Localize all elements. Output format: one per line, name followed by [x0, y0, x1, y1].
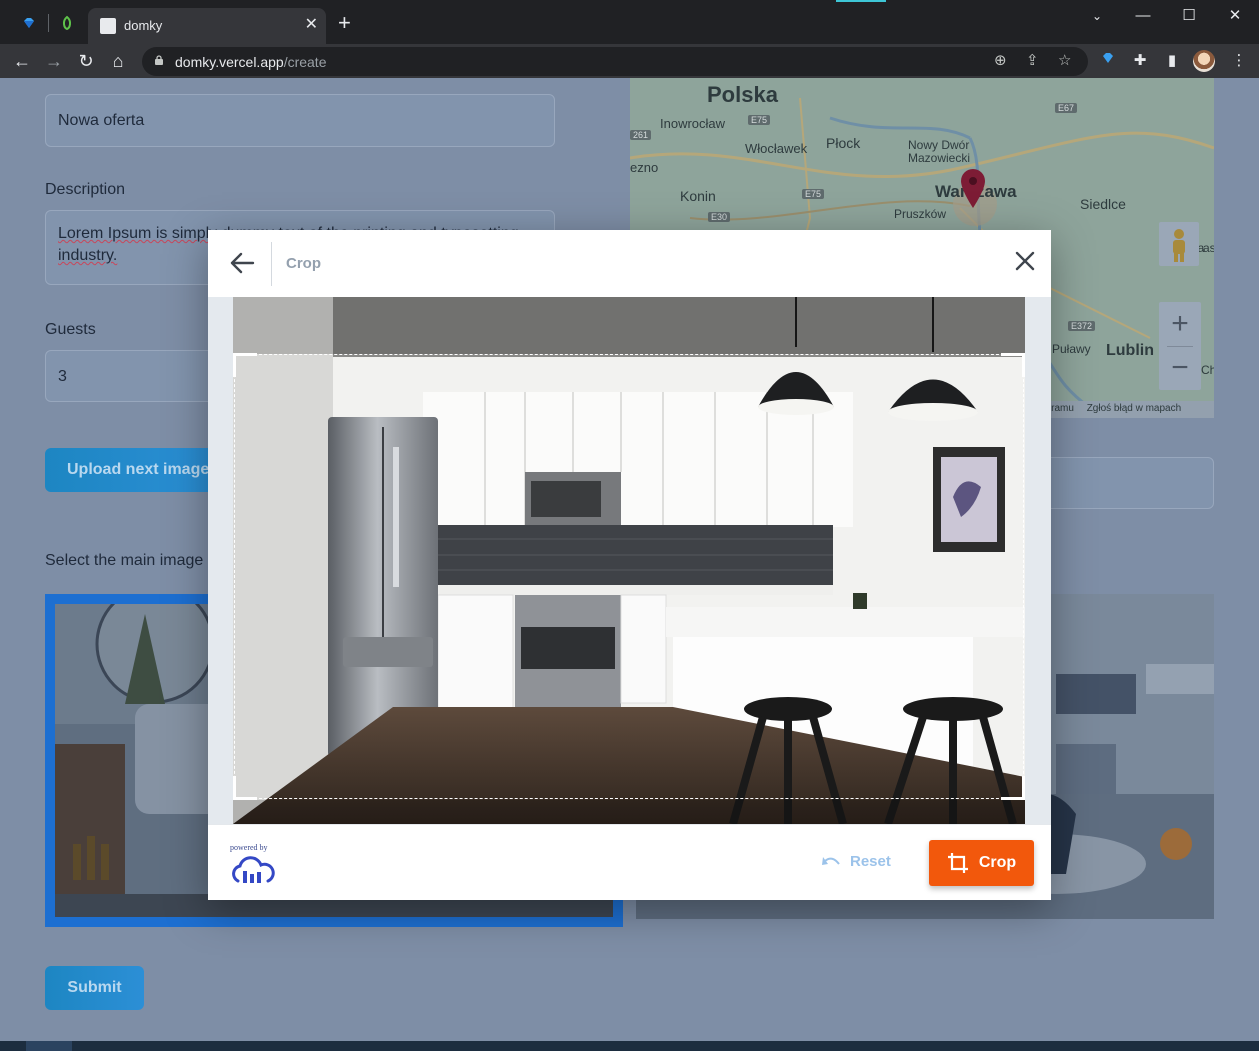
- map-label-nowy-dwor: Nowy Dwór Mazowiecki: [908, 138, 971, 165]
- title-input[interactable]: Nowa oferta: [45, 94, 555, 147]
- tab-search-chevron-icon[interactable]: ⌄: [1074, 6, 1120, 28]
- crop-handle-top-right[interactable]: [1001, 353, 1025, 377]
- guests-label: Guests: [45, 321, 96, 338]
- zoom-out-button[interactable]: −: [1159, 350, 1201, 386]
- tab-title: domky: [124, 18, 163, 33]
- crop-icon: [947, 853, 968, 873]
- reload-icon[interactable]: ↻: [74, 49, 98, 73]
- side-panel-icon[interactable]: ▮: [1161, 51, 1183, 71]
- modal-title: Crop: [286, 255, 321, 272]
- taskbar-app[interactable]: [26, 1041, 72, 1051]
- map-label-inowroclaw: Inowrocław: [660, 116, 726, 131]
- close-icon[interactable]: [1014, 250, 1036, 272]
- menu-kebab-icon[interactable]: ⋮: [1228, 51, 1250, 71]
- forward-arrow-icon[interactable]: →: [42, 49, 66, 73]
- map-pin-icon[interactable]: [958, 166, 988, 210]
- crop-handle-bottom-right[interactable]: [1001, 776, 1025, 800]
- map-road-label: E30: [708, 212, 731, 222]
- reset-button[interactable]: Reset: [822, 853, 891, 870]
- crop-handle-bottom-left[interactable]: [233, 776, 257, 800]
- header-divider: [271, 242, 272, 286]
- favicon-icon: [100, 18, 116, 34]
- window-minimize-button[interactable]: —: [1120, 6, 1166, 28]
- modal-header: Crop: [208, 230, 1051, 297]
- window-maximize-button[interactable]: ☐: [1166, 6, 1212, 28]
- map-road-label: E372: [1068, 321, 1096, 331]
- map-label-pulawy: Puławy: [1052, 342, 1091, 356]
- map-road-label: E75: [802, 189, 825, 199]
- crop-mask-bottom: [233, 800, 1025, 824]
- new-tab-button[interactable]: +: [338, 12, 351, 34]
- map-label-pruszkow: Pruszków: [894, 207, 947, 221]
- top-accent-bar: [836, 0, 886, 2]
- lock-icon: [155, 55, 163, 65]
- cloudinary-logo-icon: [232, 856, 275, 883]
- zoom-icon[interactable]: ⊕: [994, 52, 1007, 70]
- select-main-image-label: Select the main image: [45, 552, 204, 569]
- map-attribution: ogramu Zgłoś błąd w mapach: [1035, 401, 1214, 418]
- pinned-tab-leaf[interactable]: [52, 8, 82, 38]
- submit-button[interactable]: Submit: [45, 966, 144, 1010]
- crop-button[interactable]: Crop: [929, 840, 1034, 886]
- back-arrow-icon[interactable]: [228, 249, 256, 277]
- map-zoom-controls: + −: [1159, 302, 1201, 390]
- browser-tab-bar: domky ✕ + ⌄ — ☐ ✕: [0, 0, 1259, 44]
- map-label-gniezno-partial: ezno: [630, 160, 659, 175]
- map-road-label: E75: [748, 115, 771, 125]
- street-view-pegman[interactable]: [1159, 222, 1199, 266]
- diamond-icon: [24, 18, 34, 28]
- zoom-divider: [1167, 346, 1193, 347]
- map-label-konin: Konin: [680, 188, 716, 204]
- powered-by-text: powered by: [230, 843, 268, 852]
- address-bar[interactable]: domky.vercel.app/create ⊕ ⇪ ☆: [142, 47, 1088, 76]
- undo-icon: [822, 856, 840, 865]
- browser-toolbar: ← → ↻ ⌂ domky.vercel.app/create ⊕ ⇪ ☆ ✚ …: [0, 44, 1259, 78]
- modal-footer: powered by Reset Crop: [208, 824, 1051, 900]
- tab-separator: [48, 14, 49, 32]
- map-label-as-partial: as: [1203, 241, 1214, 255]
- crop-selection-box[interactable]: [233, 353, 1025, 800]
- url-path: /create: [283, 54, 327, 70]
- crop-handle-top-left[interactable]: [233, 353, 257, 377]
- crop-mask-top: [233, 297, 1025, 354]
- leaf-icon: [63, 15, 71, 31]
- profile-avatar[interactable]: [1193, 50, 1215, 72]
- map-label-wloclawek: Włocławek: [745, 141, 808, 156]
- taskbar-strip: [0, 1041, 1259, 1051]
- map-label-siedlce: Siedlce: [1080, 196, 1126, 212]
- bookmark-star-icon[interactable]: ☆: [1058, 52, 1071, 70]
- crop-stage: [208, 297, 1051, 824]
- map-label-lublin: Lublin: [1106, 342, 1154, 359]
- pinned-tab-diamond[interactable]: [14, 8, 44, 38]
- zoom-in-button[interactable]: +: [1159, 306, 1201, 342]
- crop-label: Crop: [978, 854, 1017, 871]
- map-label-ch-partial: Ch: [1201, 363, 1214, 377]
- extensions-puzzle-icon[interactable]: ✚: [1129, 51, 1151, 71]
- map-report-error-link[interactable]: Zgłoś błąd w mapach: [1087, 403, 1182, 414]
- url-text: domky.vercel.app/create: [175, 54, 327, 70]
- map-road-label: 261: [630, 130, 652, 140]
- extension-diamond-icon[interactable]: [1097, 51, 1119, 71]
- reset-label: Reset: [850, 853, 891, 870]
- tab-domky[interactable]: domky ✕: [88, 8, 326, 44]
- share-icon[interactable]: ⇪: [1026, 52, 1039, 70]
- upload-next-image-button[interactable]: Upload next image: [45, 448, 225, 492]
- map-label-polska: Polska: [707, 82, 778, 107]
- tab-close-icon[interactable]: ✕: [305, 16, 318, 34]
- map-label-plock: Płock: [826, 135, 861, 151]
- crop-modal: Crop powered by Reset Crop: [208, 230, 1051, 900]
- back-arrow-icon[interactable]: ←: [10, 49, 34, 73]
- window-close-button[interactable]: ✕: [1212, 6, 1258, 28]
- url-host: domky.vercel.app: [175, 54, 284, 70]
- map-road-label: E67: [1055, 103, 1078, 113]
- pegman-icon: [1173, 229, 1185, 262]
- description-label: Description: [45, 181, 126, 198]
- home-icon[interactable]: ⌂: [106, 49, 130, 73]
